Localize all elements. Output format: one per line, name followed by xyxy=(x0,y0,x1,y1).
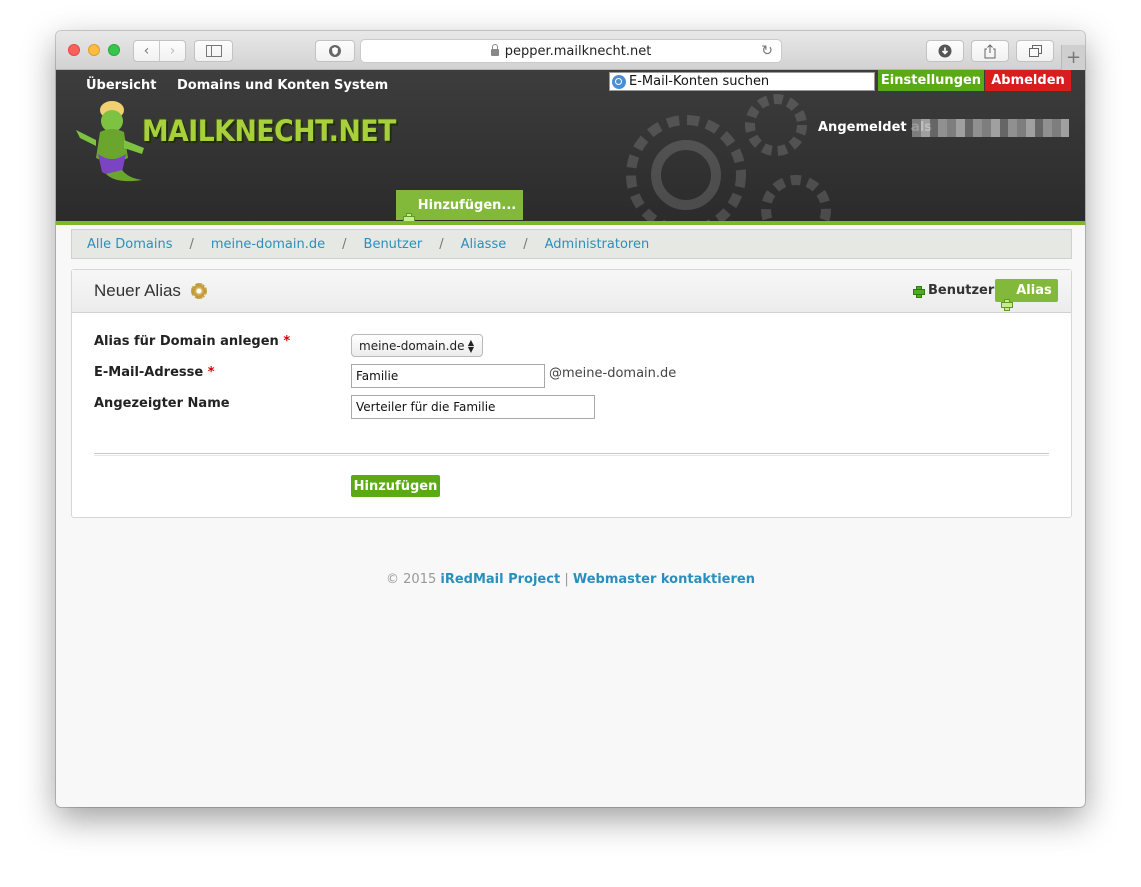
nav-system[interactable]: System xyxy=(334,70,388,100)
breadcrumb-users[interactable]: Benutzer xyxy=(364,237,423,252)
address-text: pepper.mailknecht.net xyxy=(504,43,652,59)
tabs-overview-button[interactable] xyxy=(1016,40,1054,62)
close-window-button[interactable] xyxy=(68,44,80,56)
privacy-shield-button[interactable] xyxy=(315,40,355,62)
required-marker: * xyxy=(207,365,215,380)
new-alias-panel: Neuer Alias Benutzer Alias Alias für Dom… xyxy=(71,269,1072,518)
domain-label-text: Alias für Domain anlegen xyxy=(94,334,279,349)
plus-icon xyxy=(402,213,415,221)
add-alias-button[interactable]: Alias xyxy=(995,279,1058,311)
breadcrumb-admins[interactable]: Administratoren xyxy=(545,237,650,252)
page-title: Neuer Alias xyxy=(94,281,181,300)
browser-window: ‹ › pepper.mailknecht.net ↻ + E-Mail-Kon… xyxy=(56,31,1085,807)
email-input-value: Familie xyxy=(356,369,399,383)
tabs-icon xyxy=(1028,45,1042,57)
breadcrumb-separator: / xyxy=(523,236,528,252)
footer-contact-link[interactable]: Webmaster kontaktieren xyxy=(573,572,755,587)
new-tab-button[interactable]: + xyxy=(1061,45,1085,70)
site-logo-text[interactable]: MAILKNECHT.NET xyxy=(142,114,396,148)
share-icon xyxy=(984,43,996,58)
breadcrumb-domain[interactable]: meine-domain.de xyxy=(211,237,325,252)
reload-icon[interactable]: ↻ xyxy=(761,43,773,59)
breadcrumb-separator: / xyxy=(439,236,444,252)
breadcrumb-separator: / xyxy=(189,236,194,252)
nav-add-button[interactable]: Hinzufügen... xyxy=(396,190,523,221)
site-header: E-Mail-Konten suchen Einstellungen Abmel… xyxy=(56,70,1085,225)
submit-button[interactable]: Hinzufügen xyxy=(351,475,440,497)
plus-icon xyxy=(913,285,925,298)
nav-add-label: Hinzufügen... xyxy=(417,197,517,213)
breadcrumb: Alle Domains / meine-domain.de / Benutze… xyxy=(71,229,1072,259)
downloads-button[interactable] xyxy=(926,40,964,62)
display-name-value: Verteiler für die Familie xyxy=(356,400,496,414)
display-name-input[interactable]: Verteiler für die Familie xyxy=(351,395,595,419)
email-label-text: E-Mail-Adresse xyxy=(94,365,204,380)
search-icon xyxy=(612,74,626,89)
add-alias-label: Alias xyxy=(1016,283,1052,298)
download-icon xyxy=(938,44,952,58)
settings-button[interactable]: Einstellungen xyxy=(878,70,984,91)
page-footer: © 2015 iRedMail Project | Webmaster kont… xyxy=(56,572,1085,587)
minimize-window-button[interactable] xyxy=(88,44,100,56)
select-arrows-icon: ▲ ▼ xyxy=(467,338,474,354)
domain-field-label: Alias für Domain anlegen * xyxy=(94,334,290,349)
redacted-username xyxy=(912,119,1069,137)
add-user-label: Benutzer xyxy=(928,283,995,298)
breadcrumb-aliases[interactable]: Aliasse xyxy=(461,237,507,252)
footer-copyright: © 2015 xyxy=(386,572,437,587)
breadcrumb-separator: / xyxy=(342,236,347,252)
breadcrumb-all-domains[interactable]: Alle Domains xyxy=(87,237,172,252)
gears-decoration-icon xyxy=(626,94,831,221)
add-user-link[interactable]: Benutzer xyxy=(913,283,994,298)
cog-icon xyxy=(191,283,207,299)
search-placeholder: E-Mail-Konten suchen xyxy=(629,74,770,89)
email-domain-suffix: @meine-domain.de xyxy=(549,366,677,381)
lock-icon xyxy=(490,43,499,56)
browser-toolbar: ‹ › pepper.mailknecht.net ↻ + xyxy=(56,31,1085,70)
sidebar-icon xyxy=(205,45,222,57)
sidebar-toggle-button[interactable] xyxy=(194,40,233,62)
email-field-label: E-Mail-Adresse * xyxy=(94,365,215,380)
nav-domains-accounts[interactable]: Domains und Konten xyxy=(177,70,330,100)
zoom-window-button[interactable] xyxy=(108,44,120,56)
footer-separator: | xyxy=(564,572,569,587)
share-button[interactable] xyxy=(971,40,1009,62)
back-icon[interactable]: ‹ xyxy=(134,41,159,61)
panel-header: Neuer Alias Benutzer Alias xyxy=(72,270,1071,313)
nav-overview[interactable]: Übersicht xyxy=(86,70,156,100)
form-divider xyxy=(94,453,1049,456)
forward-icon[interactable]: › xyxy=(159,41,185,61)
display-name-label: Angezeigter Name xyxy=(94,396,230,411)
domain-select[interactable]: meine-domain.de ▲ ▼ xyxy=(351,334,483,357)
account-search-input[interactable]: E-Mail-Konten suchen xyxy=(609,72,875,91)
footer-project-link[interactable]: iRedMail Project xyxy=(440,572,560,587)
logout-button[interactable]: Abmelden xyxy=(985,70,1071,91)
domain-select-value: meine-domain.de xyxy=(359,338,465,353)
plus-icon xyxy=(1001,298,1014,311)
history-nav: ‹ › xyxy=(133,40,186,62)
address-bar[interactable]: pepper.mailknecht.net ↻ xyxy=(360,39,782,63)
required-marker: * xyxy=(283,334,291,349)
shield-icon xyxy=(329,45,341,57)
email-input[interactable]: Familie xyxy=(351,364,545,388)
